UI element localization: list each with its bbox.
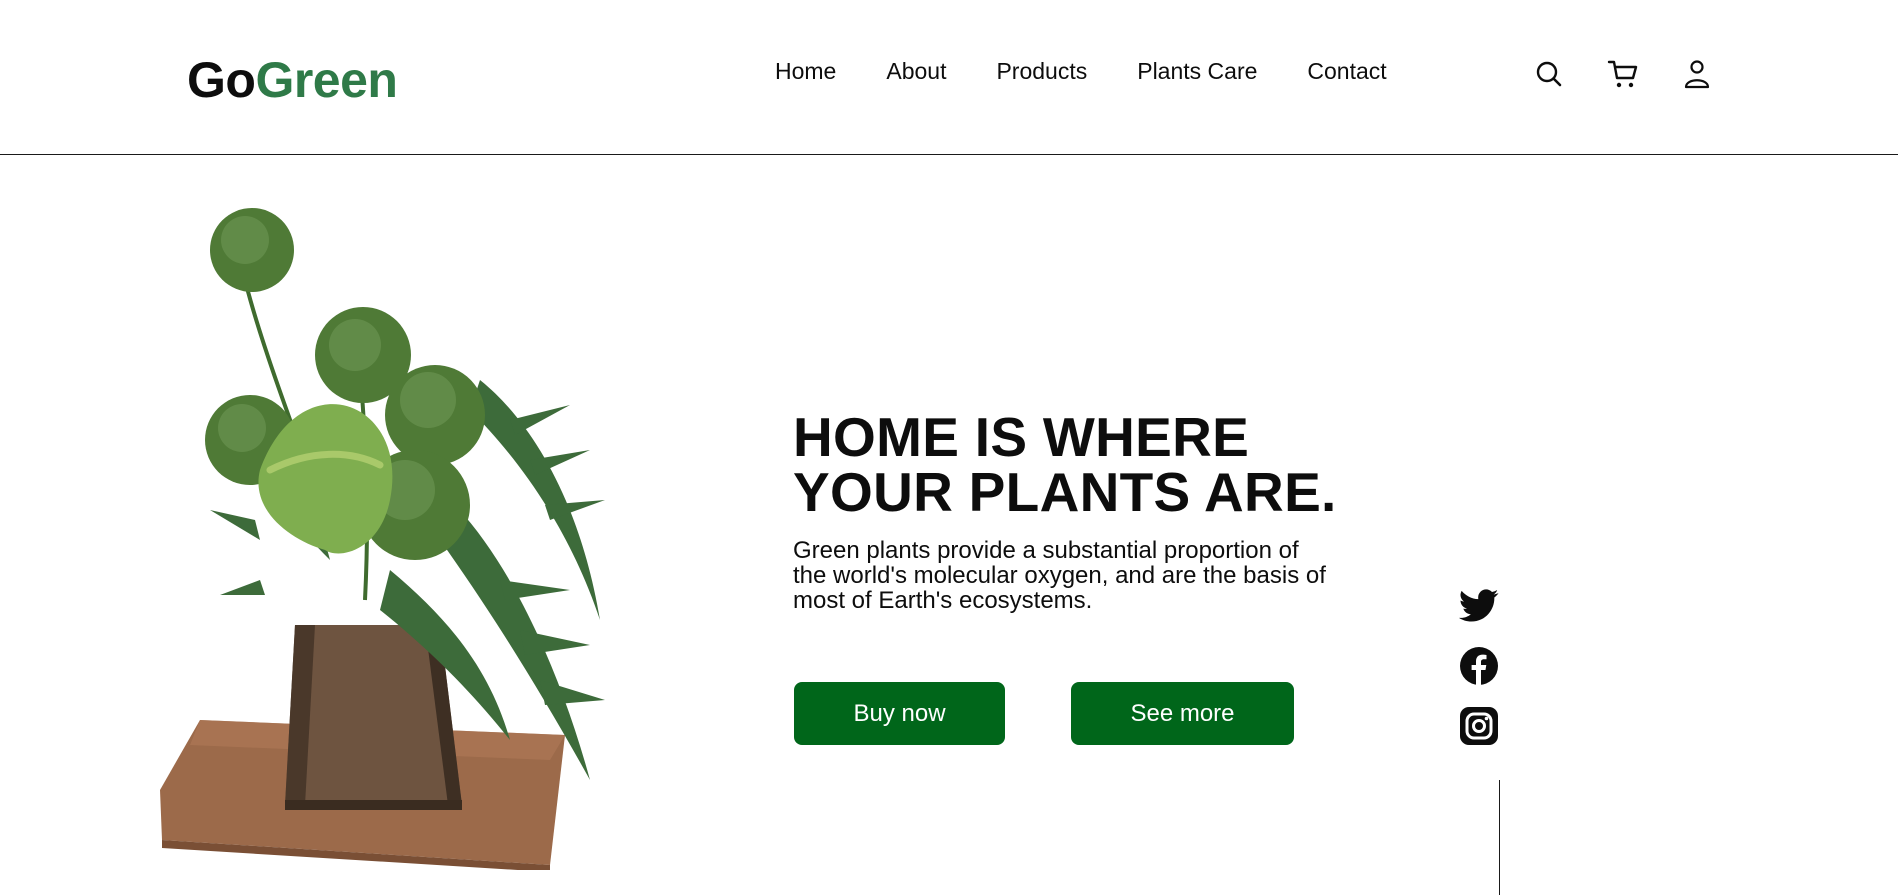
instagram-icon[interactable] — [1458, 705, 1500, 747]
twitter-icon[interactable] — [1458, 585, 1500, 627]
social-divider-line — [1499, 780, 1500, 895]
page: GoGreen Home About Products Plants Care … — [0, 0, 1898, 895]
header-actions — [1532, 57, 1714, 91]
main-nav: Home About Products Plants Care Contact — [775, 56, 1387, 86]
plant-image — [150, 200, 660, 872]
hero-title: HOME IS WHERE YOUR PLANTS ARE. — [793, 410, 1393, 520]
logo-go: Go — [187, 52, 256, 108]
site-header: GoGreen Home About Products Plants Care … — [0, 0, 1898, 155]
hero-title-line2: YOUR PLANTS ARE. — [793, 461, 1337, 523]
nav-plants-care[interactable]: Plants Care — [1137, 56, 1257, 86]
brand-logo[interactable]: GoGreen — [187, 50, 398, 110]
search-icon[interactable] — [1532, 57, 1566, 91]
user-icon[interactable] — [1680, 57, 1714, 91]
cart-icon[interactable] — [1606, 57, 1640, 91]
see-more-button[interactable]: See more — [1071, 682, 1294, 745]
logo-green: Green — [255, 52, 398, 108]
nav-products[interactable]: Products — [996, 56, 1087, 86]
nav-about[interactable]: About — [886, 56, 946, 86]
nav-contact[interactable]: Contact — [1307, 56, 1386, 86]
nav-home[interactable]: Home — [775, 56, 836, 86]
hero-title-line1: HOME IS WHERE — [793, 406, 1250, 468]
facebook-icon[interactable] — [1458, 645, 1500, 687]
hero-description: Green plants provide a substantial propo… — [793, 537, 1326, 614]
social-links — [1458, 585, 1500, 747]
buy-now-button[interactable]: Buy now — [794, 682, 1005, 745]
